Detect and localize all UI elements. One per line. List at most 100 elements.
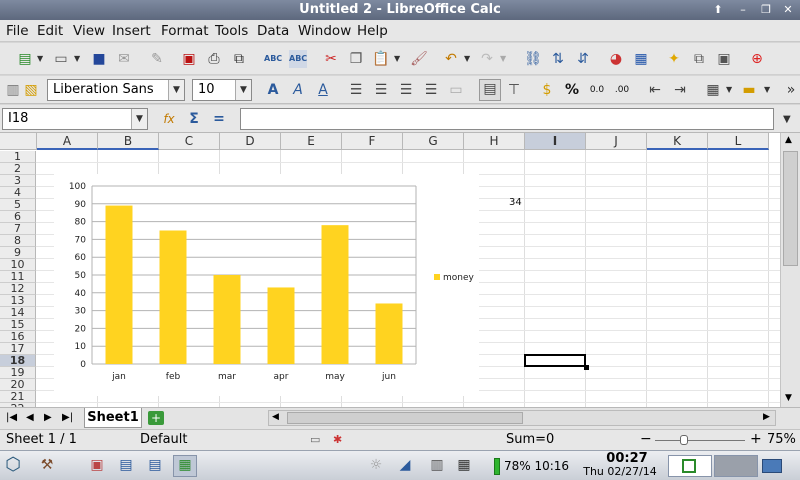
find-icon[interactable]: ✦ [665,50,683,68]
paste-icon[interactable]: 📋 [372,50,390,68]
network-icon[interactable]: ▥ [428,456,446,474]
help-icon[interactable]: ⊕ [748,50,766,68]
formula-expand-icon[interactable]: ▼ [783,114,791,125]
menu-tools[interactable]: Tools [215,23,248,39]
vertical-scroll-thumb[interactable] [783,151,798,266]
clock-time[interactable]: 00:27 [594,451,660,466]
clone-formatting-icon[interactable]: 🖌 [410,50,428,68]
column-header-E[interactable]: E [281,133,342,150]
print-preview-icon[interactable]: ⧉ [230,50,248,68]
cell-H5[interactable]: 34 [509,197,522,208]
wrap-text-icon[interactable]: ▤ [479,79,501,101]
copy-icon[interactable]: ❐ [347,50,365,68]
vertical-scrollbar[interactable]: ▲ ▼ [780,133,800,407]
zoom-in-icon[interactable]: + [750,431,762,447]
column-header-L[interactable]: L [708,133,769,150]
formula-icon[interactable]: = [210,110,228,128]
next-sheet-icon[interactable]: ▶ [44,412,52,423]
toolbar-overflow-icon[interactable]: » [782,81,800,99]
align-center-icon[interactable]: ☰ [372,81,390,99]
network-disconnected-icon[interactable]: ▦ [455,456,473,474]
taskbar-app-1-icon[interactable]: ▣ [88,456,106,474]
zoom-slider[interactable] [655,440,745,441]
sort-descending-icon[interactable]: ⇵ [574,50,592,68]
name-box-dropdown-icon[interactable]: ▼ [131,109,147,129]
font-name-combo[interactable]: Liberation Sans ▼ [47,79,185,101]
column-header-B[interactable]: B [98,133,159,150]
undo-dropdown-icon[interactable]: ▼ [464,54,472,63]
scroll-left-icon[interactable]: ◀ [272,412,279,422]
menu-view[interactable]: View [73,23,105,39]
add-decimal-icon[interactable]: .00 [613,81,631,99]
cut-icon[interactable]: ✂ [322,50,340,68]
function-wizard-icon[interactable]: fx [160,110,178,128]
redo-dropdown-icon[interactable]: ▼ [500,54,508,63]
borders-dropdown-icon[interactable]: ▼ [726,85,734,94]
align-right-icon[interactable]: ☰ [397,81,415,99]
column-header-A[interactable]: A [37,133,98,150]
borders-icon[interactable]: ▦ [704,81,722,99]
horizontal-scroll-thumb[interactable] [287,412,523,424]
redo-icon[interactable]: ↷ [478,50,496,68]
column-header-J[interactable]: J [586,133,647,150]
column-header-H[interactable]: H [464,133,525,150]
column-header-I[interactable]: I [525,133,586,150]
sort-ascending-icon[interactable]: ⇅ [549,50,567,68]
menu-help[interactable]: Help [357,23,388,39]
taskbar-app-2-icon[interactable]: ▤ [117,456,135,474]
print-icon[interactable]: ⎙ [205,50,223,68]
column-header-K[interactable]: K [647,133,708,150]
background-color-dropdown-icon[interactable]: ▼ [764,85,772,94]
column-header-G[interactable]: G [403,133,464,150]
workspace-2[interactable] [714,455,758,477]
chart-object[interactable]: 0 10 20 30 40 50 60 70 80 90 100 jan feb mar apr may jun… [54,174,479,396]
scroll-right-icon[interactable]: ▶ [763,412,770,422]
menu-format[interactable]: Format [161,23,209,39]
background-color-icon[interactable]: ▬ [740,81,758,99]
column-header-C[interactable]: C [159,133,220,150]
show-desktop-icon[interactable] [762,459,782,473]
first-sheet-icon[interactable]: |◀ [6,412,17,423]
new-document-icon[interactable]: ▤ [16,50,34,68]
maximize-icon[interactable]: ❐ [758,2,774,18]
styles-icon[interactable]: ▥ [4,81,22,99]
currency-icon[interactable]: $ [538,81,556,99]
hyperlink-icon[interactable]: ⛓ [524,50,542,68]
column-header-D[interactable]: D [220,133,281,150]
style-list-icon[interactable]: ▧ [22,81,40,99]
formula-input[interactable] [240,108,774,130]
cell-cursor-I18[interactable] [524,354,586,367]
start-menu-icon[interactable]: ⬡ [4,456,22,474]
column-header-F[interactable]: F [342,133,403,150]
align-top-icon[interactable]: ⊤ [505,81,523,99]
minimize-icon[interactable]: – [735,2,751,18]
font-name-dropdown-icon[interactable]: ▼ [168,80,184,100]
increase-indent-icon[interactable]: ⇥ [671,81,689,99]
menu-file[interactable]: File [6,23,29,39]
autospellcheck-icon[interactable]: ABC [289,50,307,68]
scroll-down-icon[interactable]: ▼ [785,393,792,403]
undo-icon[interactable]: ↶ [442,50,460,68]
select-all-corner[interactable] [0,133,37,150]
navigator-icon[interactable]: ⧉ [690,50,708,68]
align-left-icon[interactable]: ☰ [347,81,365,99]
zoom-level[interactable]: 75% [767,432,796,447]
spellcheck-icon[interactable]: ABC [264,50,282,68]
launcher-tool-icon[interactable]: ⚒ [38,456,56,474]
shade-icon[interactable]: ⬆ [710,2,726,18]
taskbar-app-3-icon[interactable]: ▤ [146,456,164,474]
menu-data[interactable]: Data [257,23,289,39]
taskbar-calc-icon[interactable]: ▦ [173,455,197,477]
name-box[interactable]: I18 ▼ [2,108,148,130]
menu-insert[interactable]: Insert [112,23,151,39]
last-sheet-icon[interactable]: ▶| [62,412,73,423]
open-icon[interactable]: ▭ [52,50,70,68]
merge-cells-icon[interactable]: ▭ [447,81,465,99]
bold-icon[interactable]: A [264,81,282,99]
horizontal-scrollbar[interactable]: ◀ ▶ [268,410,776,426]
justify-icon[interactable]: ☰ [422,81,440,99]
document-modified-icon[interactable]: ✱ [333,433,342,446]
prev-sheet-icon[interactable]: ◀ [26,412,34,423]
menu-edit[interactable]: Edit [37,23,63,39]
italic-icon[interactable]: A [289,81,307,99]
